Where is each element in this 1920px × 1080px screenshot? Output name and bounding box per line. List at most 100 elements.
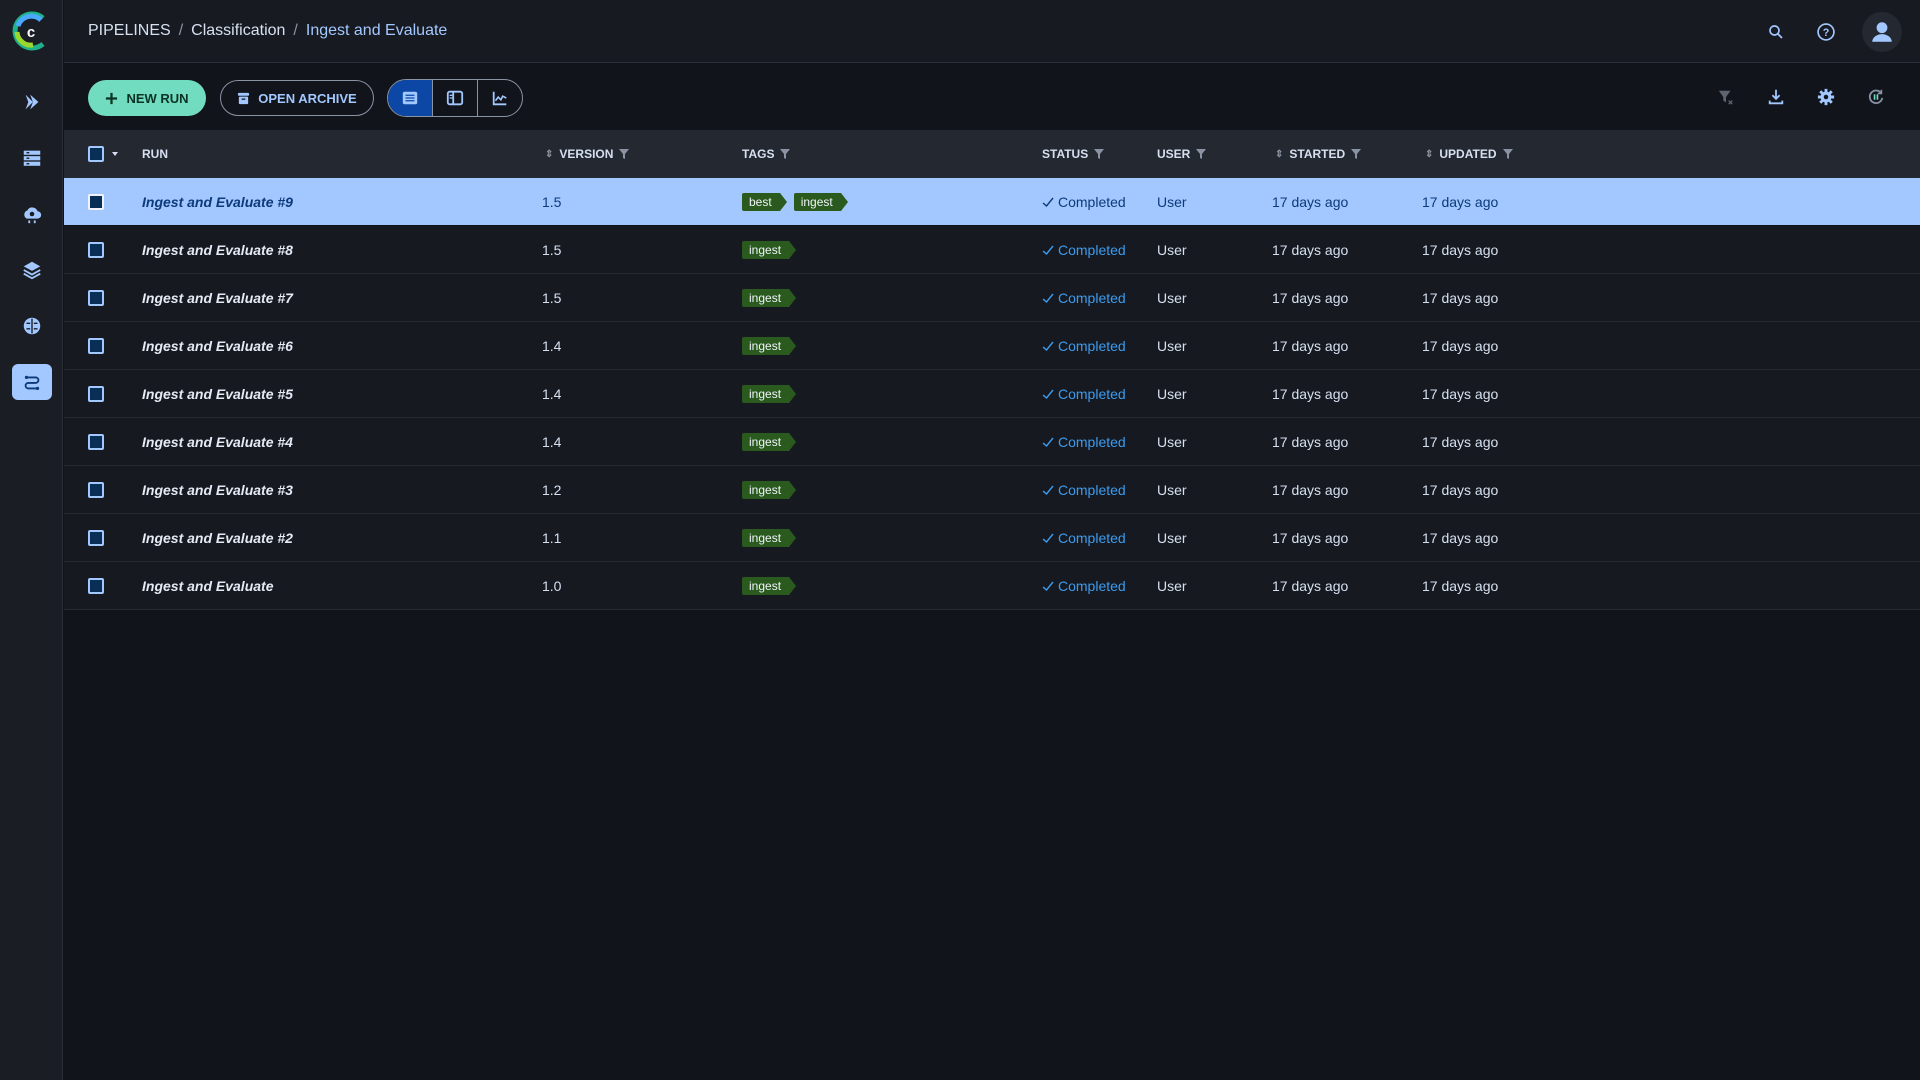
gear-icon (1817, 88, 1835, 106)
row-checkbox[interactable] (88, 578, 104, 594)
help-button[interactable]: ? (1812, 18, 1840, 46)
breadcrumb-pipelines[interactable]: PIPELINES (88, 22, 171, 40)
run-name[interactable]: Ingest and Evaluate #4 (142, 418, 293, 466)
breadcrumb-project[interactable]: Classification (191, 22, 285, 40)
table-row[interactable]: Ingest and Evaluate #4 1.4 ingest Comple… (64, 418, 1920, 466)
table-row[interactable]: Ingest and Evaluate #5 1.4 ingest Comple… (64, 370, 1920, 418)
download-icon (1768, 89, 1784, 105)
run-user: User (1157, 338, 1187, 354)
table-body: Ingest and Evaluate #9 1.5 best ingest Co… (64, 178, 1920, 610)
clear-filters-button[interactable] (1712, 83, 1740, 111)
select-all-checkbox[interactable] (88, 146, 104, 162)
tag-badge[interactable]: ingest (742, 529, 797, 547)
tag-badge[interactable]: ingest (742, 433, 797, 451)
table-row[interactable]: Ingest and Evaluate #6 1.4 ingest Comple… (64, 322, 1920, 370)
auto-refresh-button[interactable] (1862, 83, 1890, 111)
run-user: User (1157, 482, 1187, 498)
row-checkbox[interactable] (88, 434, 104, 450)
breadcrumb-pipeline[interactable]: Ingest and Evaluate (306, 22, 447, 40)
nav-layers[interactable] (12, 252, 52, 288)
column-user[interactable]: USER (1157, 130, 1207, 178)
run-status: Completed (1042, 274, 1126, 322)
tag-badge[interactable]: ingest (742, 481, 797, 499)
filter-icon[interactable] (619, 149, 630, 159)
check-icon (1042, 389, 1054, 399)
run-name[interactable]: Ingest and Evaluate #7 (142, 274, 293, 322)
filter-icon[interactable] (1094, 149, 1105, 159)
filter-icon[interactable] (1196, 149, 1207, 159)
sort-icon[interactable]: ⇕ (1275, 149, 1283, 160)
run-version: 1.4 (542, 338, 562, 354)
run-name[interactable]: Ingest and Evaluate #9 (142, 178, 293, 226)
row-checkbox[interactable] (88, 290, 104, 306)
check-icon (1042, 245, 1054, 255)
compare-view-button[interactable] (478, 80, 522, 116)
run-name[interactable]: Ingest and Evaluate #2 (142, 514, 293, 562)
table-row[interactable]: Ingest and Evaluate #3 1.2 ingest Comple… (64, 466, 1920, 514)
tag-badge[interactable]: best (742, 193, 787, 211)
sort-icon[interactable]: ⇕ (1425, 149, 1433, 160)
sort-icon[interactable]: ⇕ (545, 149, 553, 160)
run-name[interactable]: Ingest and Evaluate #5 (142, 370, 293, 418)
nav-datasets[interactable] (12, 140, 52, 176)
table-row[interactable]: Ingest and Evaluate #7 1.5 ingest Comple… (64, 274, 1920, 322)
tag-badge[interactable]: ingest (742, 577, 797, 595)
new-run-button[interactable]: NEW RUN (88, 80, 206, 116)
tag-badge[interactable]: ingest (742, 385, 797, 403)
nav-orchestration[interactable] (12, 196, 52, 232)
table-row[interactable]: Ingest and Evaluate #2 1.1 ingest Comple… (64, 514, 1920, 562)
tag-badge[interactable]: ingest (742, 337, 797, 355)
nav-pipelines[interactable] (12, 364, 52, 400)
run-tags: ingest (742, 514, 803, 562)
open-archive-button[interactable]: OPEN ARCHIVE (220, 80, 374, 116)
run-status: Completed (1042, 562, 1126, 610)
chevron-down-icon[interactable] (110, 149, 120, 159)
status-label: Completed (1058, 386, 1126, 402)
settings-button[interactable] (1812, 83, 1840, 111)
run-updated: 17 days ago (1422, 194, 1499, 210)
user-avatar[interactable] (1862, 12, 1902, 52)
run-updated: 17 days ago (1422, 290, 1499, 306)
tag-badge[interactable]: ingest (742, 241, 797, 259)
filter-icon[interactable] (780, 149, 791, 159)
filter-icon[interactable] (1502, 149, 1513, 159)
split-view-icon (446, 90, 464, 106)
column-status[interactable]: STATUS (1042, 130, 1105, 178)
nav-projects[interactable] (12, 84, 52, 120)
row-checkbox[interactable] (88, 386, 104, 402)
column-version[interactable]: ⇕ VERSION (545, 130, 630, 178)
status-label: Completed (1058, 578, 1126, 594)
download-button[interactable] (1762, 83, 1790, 111)
column-tags[interactable]: TAGS (742, 130, 791, 178)
refresh-paused-icon (1868, 89, 1884, 104)
row-checkbox[interactable] (88, 242, 104, 258)
row-checkbox[interactable] (88, 482, 104, 498)
table-row[interactable]: Ingest and Evaluate #9 1.5 best ingest Co… (64, 178, 1920, 226)
run-name[interactable]: Ingest and Evaluate (142, 562, 273, 610)
table-row[interactable]: Ingest and Evaluate 1.0 ingest Completed… (64, 562, 1920, 610)
list-icon (402, 91, 418, 105)
filter-icon[interactable] (1351, 149, 1362, 159)
run-name[interactable]: Ingest and Evaluate #3 (142, 466, 293, 514)
run-updated: 17 days ago (1422, 242, 1499, 258)
breadcrumb-separator: / (293, 22, 298, 39)
check-icon (1042, 485, 1054, 495)
search-button[interactable] (1762, 18, 1790, 46)
column-run[interactable]: RUN (142, 130, 168, 178)
details-view-button[interactable] (433, 80, 478, 116)
column-started[interactable]: ⇕ STARTED (1275, 130, 1362, 178)
column-updated[interactable]: ⇕ UPDATED (1425, 130, 1513, 178)
app-logo[interactable]: c (8, 8, 54, 54)
row-checkbox[interactable] (88, 194, 104, 210)
table-view-button[interactable] (388, 80, 433, 116)
tag-badge[interactable]: ingest (793, 193, 848, 211)
run-name[interactable]: Ingest and Evaluate #6 (142, 322, 293, 370)
run-version: 1.2 (542, 482, 562, 498)
table-row[interactable]: Ingest and Evaluate #8 1.5 ingest Comple… (64, 226, 1920, 274)
play-arrows-icon (25, 94, 39, 110)
row-checkbox[interactable] (88, 530, 104, 546)
row-checkbox[interactable] (88, 338, 104, 354)
run-name[interactable]: Ingest and Evaluate #8 (142, 226, 293, 274)
tag-badge[interactable]: ingest (742, 289, 797, 307)
nav-models[interactable] (12, 308, 52, 344)
